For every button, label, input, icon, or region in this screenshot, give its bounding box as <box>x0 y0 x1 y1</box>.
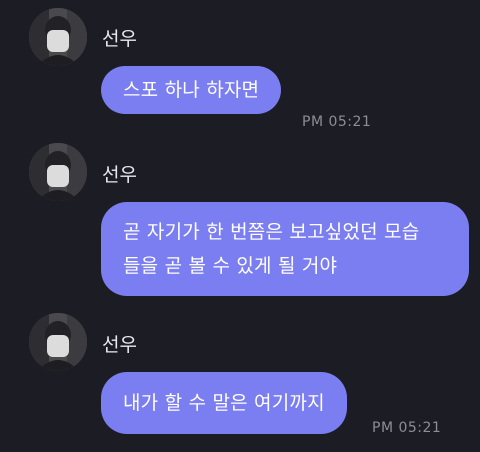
message-bubble[interactable]: 곧 자기가 한 번쯤은 보고싶었던 모습 들을 곧 볼 수 있게 될 거야 <box>101 202 469 296</box>
profile-avatar-icon <box>29 8 87 66</box>
sender-name: 선우 <box>102 164 137 186</box>
message-bubble[interactable]: 스포 하나 하자면 <box>101 66 282 114</box>
profile-avatar-icon <box>29 313 87 371</box>
message-timestamp: PM 05:21 <box>372 420 442 436</box>
sender-name: 선우 <box>102 334 137 356</box>
message-bubble[interactable]: 내가 할 수 말은 여기까지 <box>101 372 347 434</box>
sender-avatar[interactable] <box>29 313 87 371</box>
sender-name: 선우 <box>102 28 137 50</box>
sender-avatar[interactable] <box>29 8 87 66</box>
message-timestamp: PM 05:21 <box>302 114 372 130</box>
sender-avatar[interactable] <box>29 143 87 201</box>
chat-thread: 선우 스포 하나 하자면 PM 05:21 선우 곧 자기가 한 번쯤은 보고싶… <box>0 0 480 452</box>
profile-avatar-icon <box>29 143 87 201</box>
